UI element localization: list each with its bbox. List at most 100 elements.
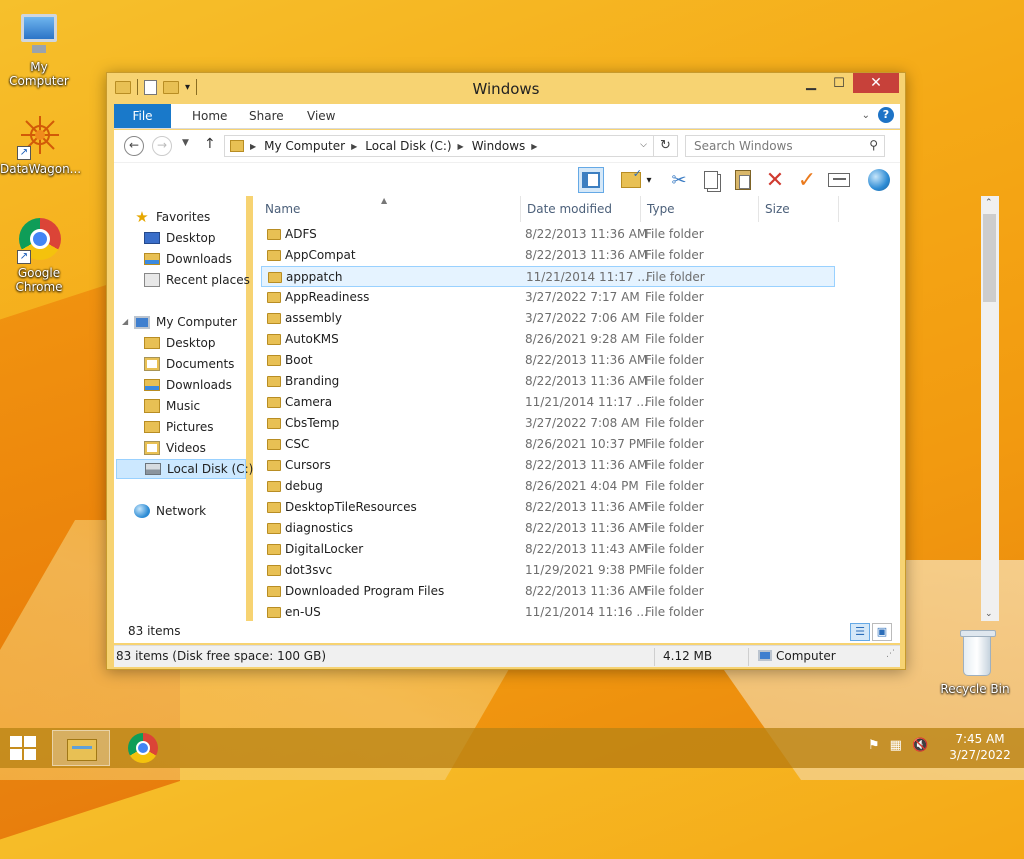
breadcrumb-my-computer[interactable]: My Computer (264, 139, 345, 153)
chevron-down-icon[interactable]: ▾ (642, 167, 656, 193)
close-button[interactable]: ✕ (853, 73, 899, 93)
folder-icon (144, 337, 160, 349)
file-name: CSC (285, 437, 310, 451)
nav-local-disk[interactable]: Local Disk (C:) (116, 459, 253, 479)
paste-button[interactable] (730, 167, 756, 193)
network-status-icon[interactable]: ▦ (890, 738, 902, 753)
up-button[interactable]: ↑ (204, 136, 216, 152)
title-bar[interactable]: ▾ Windows ▁ ☐ ✕ (107, 73, 905, 103)
file-row[interactable]: DesktopTileResources 8/22/2013 11:36 AM Fi… (261, 497, 835, 518)
desktop-icon-recycle-bin[interactable]: Recycle Bin (936, 630, 1014, 696)
tab-home[interactable]: Home (178, 104, 241, 128)
copy-button[interactable] (698, 167, 724, 193)
network-button[interactable] (866, 167, 892, 193)
large-icons-view-button[interactable]: ▣ (872, 623, 892, 641)
chevron-right-icon[interactable]: ▶ (458, 142, 464, 151)
refresh-button[interactable]: ↻ (654, 135, 678, 157)
address-input[interactable]: ▶ My Computer ▶ Local Disk (C:) ▶ Window… (224, 135, 654, 157)
file-row[interactable]: debug 8/26/2021 4:04 PM File folder (261, 476, 835, 497)
file-explorer-icon (67, 739, 97, 761)
file-row[interactable]: DigitalLocker 8/22/2013 11:43 AM File fold… (261, 539, 835, 560)
column-name[interactable]: ▲ Name (259, 196, 521, 222)
file-row[interactable]: AppReadiness 3/27/2022 7:17 AM File folder (261, 287, 835, 308)
delete-button[interactable]: ✕ (762, 167, 788, 193)
file-row[interactable]: dot3svc 11/29/2021 9:38 PM File folder (261, 560, 835, 581)
folder-icon (267, 229, 281, 240)
chevron-right-icon[interactable]: ▶ (531, 142, 537, 151)
nav-favorites-recent[interactable]: Recent places (144, 270, 250, 290)
file-row[interactable]: Camera 11/21/2014 11:17 ... File folder (261, 392, 835, 413)
select-folder-button[interactable] (618, 167, 644, 193)
nav-computer-pictures[interactable]: Pictures (144, 417, 214, 437)
maximize-button[interactable]: ☐ (825, 73, 853, 93)
action-center-flag-icon[interactable]: ⚑ (868, 738, 880, 753)
tab-view[interactable]: View (293, 104, 349, 128)
file-row[interactable]: ADFS 8/22/2013 11:36 AM File folder (261, 224, 835, 245)
file-row[interactable]: Boot 8/22/2013 11:36 AM File folder (261, 350, 835, 371)
file-name: AutoKMS (285, 332, 339, 346)
system-clock[interactable]: 7:45 AM 3/27/2022 (944, 731, 1016, 763)
chevron-right-icon[interactable]: ▶ (250, 142, 256, 151)
folder-icon (268, 272, 282, 283)
column-type[interactable]: Type (641, 196, 759, 222)
taskbar-file-explorer[interactable] (52, 730, 110, 766)
vertical-scrollbar[interactable]: ⌃ ⌄ (981, 196, 999, 621)
volume-muted-icon[interactable]: 🔇 (912, 738, 928, 753)
resize-grip-icon[interactable]: ⋰ (886, 649, 895, 659)
start-button[interactable] (10, 736, 38, 760)
scroll-thumb[interactable] (983, 214, 996, 302)
tab-file[interactable]: File (114, 104, 171, 128)
cut-button[interactable]: ✂ (666, 167, 692, 193)
file-date: 8/22/2013 11:36 AM (525, 353, 648, 367)
file-row[interactable]: Downloaded Program Files 8/22/2013 11:36 … (261, 581, 835, 602)
back-button[interactable]: ← (124, 136, 144, 156)
properties-button[interactable] (826, 167, 852, 193)
file-type: File folder (646, 270, 705, 284)
column-date-modified[interactable]: Date modified (521, 196, 641, 222)
nav-favorites-downloads[interactable]: Downloads (144, 249, 232, 269)
nav-computer-desktop[interactable]: Desktop (144, 333, 216, 353)
nav-computer-downloads[interactable]: Downloads (144, 375, 232, 395)
breadcrumb-windows[interactable]: Windows (472, 139, 526, 153)
search-icon[interactable]: ⚲ (869, 138, 878, 152)
breadcrumb-local-disk[interactable]: Local Disk (C:) (365, 139, 451, 153)
help-icon[interactable]: ? (878, 107, 894, 123)
taskbar-chrome[interactable] (114, 730, 172, 766)
file-row[interactable]: CbsTemp 3/27/2022 7:08 AM File folder (261, 413, 835, 434)
item-count-bar: 83 items ☰ ▣ (114, 621, 900, 643)
nav-favorites[interactable]: ★ Favorites (134, 207, 210, 227)
file-row[interactable]: AutoKMS 8/26/2021 9:28 AM File folder (261, 329, 835, 350)
collapse-arrow-icon[interactable]: ◢ (122, 317, 128, 326)
file-row[interactable]: Branding 8/22/2013 11:36 AM File folder (261, 371, 835, 392)
forward-button[interactable]: → (152, 136, 172, 156)
nav-computer-music[interactable]: Music (144, 396, 200, 416)
tab-share[interactable]: Share (235, 104, 298, 128)
file-row[interactable]: CSC 8/26/2021 10:37 PM File folder (261, 434, 835, 455)
desktop-icon-my-computer[interactable]: My Computer (0, 10, 78, 88)
nav-computer-documents[interactable]: Documents (144, 354, 234, 374)
file-row[interactable]: Cursors 8/22/2013 11:36 AM File folder (261, 455, 835, 476)
expand-ribbon-icon[interactable]: ⌄ (862, 110, 870, 121)
scroll-down-icon[interactable]: ⌄ (985, 609, 993, 619)
chevron-down-icon[interactable]: ⌵ (640, 140, 647, 150)
nav-my-computer[interactable]: My Computer (134, 312, 237, 332)
file-row[interactable]: assembly 3/27/2022 7:06 AM File folder (261, 308, 835, 329)
file-row[interactable]: en-US 11/21/2014 11:16 ... File folder (261, 602, 835, 623)
desktop-icon-chrome[interactable]: ↗ Google Chrome (0, 216, 78, 294)
chevron-right-icon[interactable]: ▶ (351, 142, 357, 151)
file-row[interactable]: diagnostics 8/22/2013 11:36 AM File folder (261, 518, 835, 539)
preview-pane-button[interactable] (578, 167, 604, 193)
column-size[interactable]: Size (759, 196, 839, 222)
nav-network[interactable]: Network (134, 501, 206, 521)
details-view-button[interactable]: ☰ (850, 623, 870, 641)
recent-locations-icon[interactable]: ▼ (182, 138, 189, 148)
minimize-button[interactable]: ▁ (797, 73, 825, 93)
rename-button[interactable]: ✓ (794, 167, 820, 193)
file-row[interactable]: apppatch 11/21/2014 11:17 ... File folder (261, 266, 835, 287)
search-input[interactable]: Search Windows ⚲ (685, 135, 885, 157)
file-row[interactable]: AppCompat 8/22/2013 11:36 AM File folder (261, 245, 835, 266)
nav-computer-videos[interactable]: Videos (144, 438, 206, 458)
scroll-up-icon[interactable]: ⌃ (985, 198, 993, 208)
desktop-icon-datawagon[interactable]: ↗ DataWagon... (0, 112, 81, 176)
nav-favorites-desktop[interactable]: Desktop (144, 228, 216, 248)
